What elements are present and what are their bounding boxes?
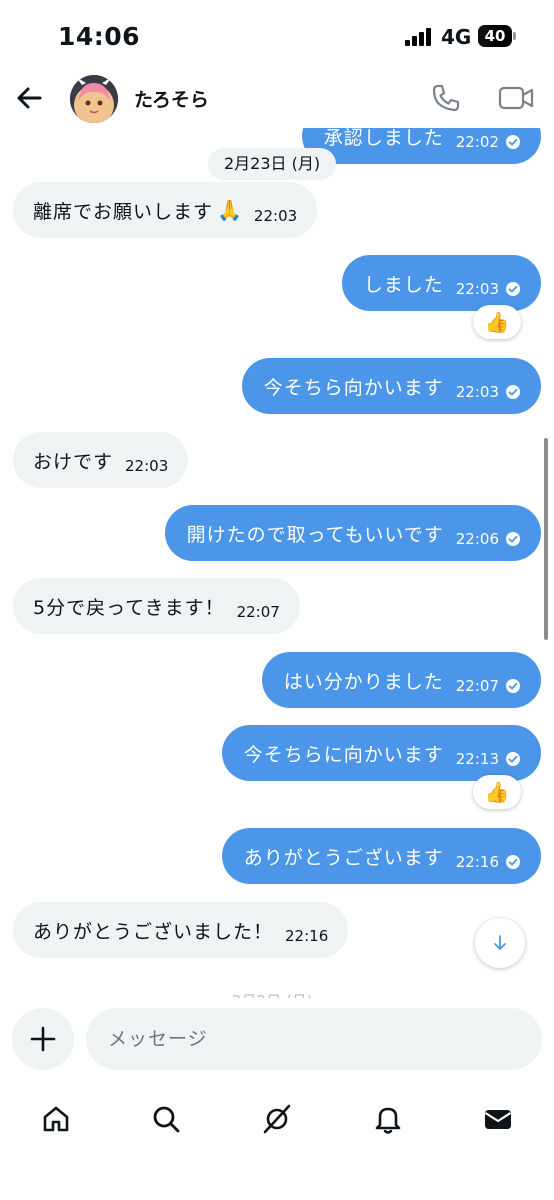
message-sent[interactable]: 今そちら向かいます 22:03 (241, 358, 541, 414)
scrollbar[interactable] (544, 438, 548, 640)
message-sent[interactable]: 今そちらに向かいます 22:13 (221, 725, 541, 781)
read-check-icon (506, 752, 520, 766)
avatar[interactable] (70, 75, 118, 123)
status-time: 14:06 (58, 22, 141, 51)
read-check-icon (506, 855, 520, 869)
message-time: 22:16 (455, 853, 499, 871)
nav-home[interactable] (34, 1097, 78, 1141)
date-separator-faded: 2月2日 (月) (232, 990, 313, 998)
network-label: 4G (441, 25, 472, 49)
back-button[interactable] (10, 78, 50, 118)
add-attachment-button[interactable] (12, 1008, 74, 1070)
video-camera-icon (498, 86, 534, 110)
read-check-icon (506, 385, 520, 399)
composer (0, 1000, 554, 1080)
message-time: 22:07 (236, 603, 280, 621)
read-check-icon (506, 532, 520, 546)
message-time: 22:03 (455, 280, 499, 298)
message-text: 今そちら向かいます (263, 376, 444, 399)
message-text: ありがとうございます (243, 846, 444, 869)
bell-icon (375, 1107, 401, 1134)
message-text: 5分で戻ってきます！ (33, 596, 225, 619)
video-call-button[interactable] (496, 80, 536, 116)
home-indicator-area (0, 1155, 554, 1200)
message-sent[interactable]: はい分かりました 22:07 (261, 652, 541, 708)
phone-icon (432, 84, 460, 112)
pray-emoji: 🙏 (217, 198, 242, 222)
back-arrow-icon (17, 87, 42, 109)
chat-header: たろそら (0, 70, 554, 128)
read-check-icon (506, 282, 520, 296)
message-time: 22:03 (455, 383, 499, 401)
message-received[interactable]: 5分で戻ってきます！ 22:07 (13, 578, 300, 634)
date-separator: 2月23日 (月) (208, 148, 337, 180)
message-time: 22:03 (125, 457, 169, 475)
contact-name[interactable]: たろそら (134, 85, 209, 112)
message-time: 22:16 (285, 927, 329, 945)
read-check-icon (506, 679, 520, 693)
message-text: 今そちらに向かいます (243, 743, 444, 766)
arrow-down-icon (494, 935, 506, 950)
message-received[interactable]: おけです 22:03 (13, 432, 189, 488)
message-text: 開けたので取ってもいいです (186, 523, 444, 546)
message-sent[interactable]: 開けたので取ってもいいです 22:06 (164, 505, 541, 561)
battery-icon: 40 (478, 25, 516, 47)
message-text: ありがとうございました！ (33, 920, 274, 943)
mail-icon (484, 1110, 512, 1129)
message-text: しました (363, 273, 444, 296)
call-button[interactable] (428, 80, 464, 116)
message-text: はい分かりました (283, 670, 444, 693)
battery-level: 40 (484, 27, 506, 45)
message-text: 離席でお願いします (33, 200, 214, 223)
avatar-image (70, 75, 118, 123)
plus-icon (30, 1026, 56, 1052)
search-icon (153, 1106, 180, 1133)
message-sent[interactable]: 承認しました 22:02 (301, 128, 541, 164)
message-text: 承認しました (323, 128, 444, 149)
home-icon (43, 1106, 69, 1132)
message-received[interactable]: 離席でお願いします 🙏 22:03 (13, 182, 318, 238)
nav-grok[interactable] (255, 1097, 299, 1141)
nav-search[interactable] (144, 1097, 188, 1141)
message-time: 22:02 (455, 133, 499, 151)
message-text: おけです (33, 450, 114, 473)
message-time: 22:06 (455, 530, 499, 548)
grok-icon (263, 1104, 291, 1134)
reaction-badge[interactable]: 👍 (473, 775, 521, 809)
scroll-to-bottom-button[interactable] (475, 918, 525, 968)
read-check-icon (506, 135, 520, 149)
bottom-nav (0, 1085, 554, 1155)
message-time: 22:13 (455, 750, 499, 768)
nav-messages[interactable] (476, 1097, 520, 1141)
message-input[interactable] (86, 1008, 542, 1070)
message-time: 22:03 (253, 207, 298, 225)
message-list[interactable]: 2月23日 (月) 承認しました 22:02 離席でお願いします 🙏 22:03… (0, 128, 554, 998)
nav-notifications[interactable] (366, 1097, 410, 1141)
reaction-badge[interactable]: 👍 (473, 305, 521, 339)
message-time: 22:07 (455, 677, 499, 695)
message-sent[interactable]: しました 22:03 (341, 255, 541, 311)
message-sent[interactable]: ありがとうございます 22:16 (221, 828, 541, 884)
signal-icon (405, 28, 433, 46)
status-bar: 14:06 4G 40 (0, 0, 554, 70)
message-received[interactable]: ありがとうございました！ 22:16 (13, 902, 349, 958)
